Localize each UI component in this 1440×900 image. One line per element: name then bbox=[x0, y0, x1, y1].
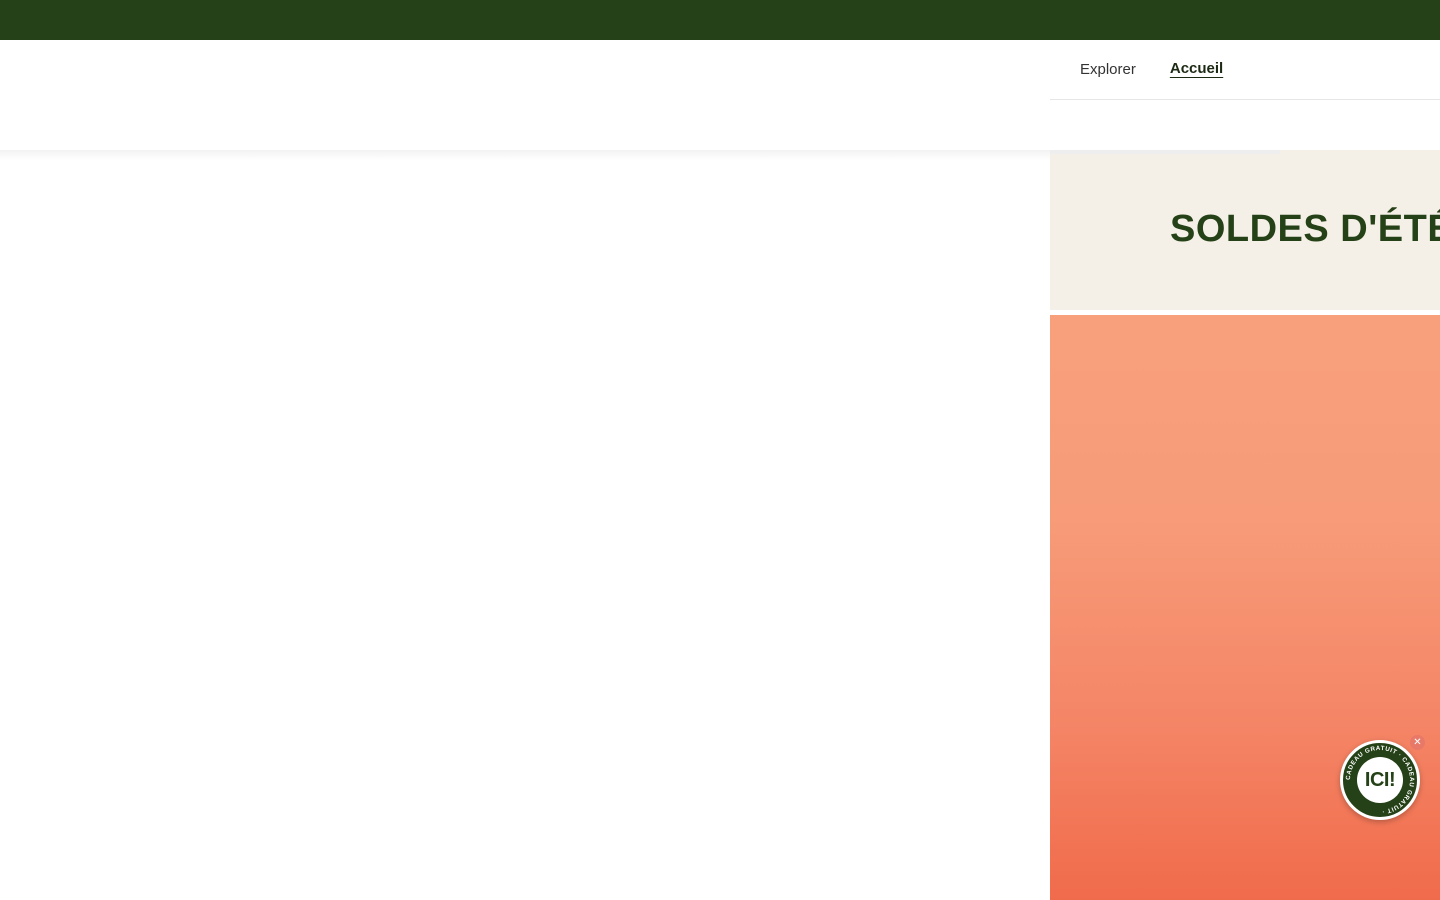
promo-title: SOLDES D'ÉTÉ bbox=[1170, 208, 1440, 250]
promo-banner[interactable]: SOLDES D'ÉTÉ bbox=[1050, 150, 1440, 315]
header-shadow bbox=[0, 150, 1050, 160]
nav-link-accueil[interactable]: Accueil bbox=[1170, 60, 1223, 77]
main-content-area bbox=[0, 40, 1050, 900]
free-gift-badge[interactable]: CADEAU GRATUIT · CADEAU GRATUIT · ICI! bbox=[1340, 740, 1420, 820]
page: Explorer Accueil SOLDES D'ÉTÉ CADEAU GRA… bbox=[0, 0, 1440, 900]
gift-center-label: ICI! bbox=[1357, 757, 1403, 803]
nav-link-explorer[interactable]: Explorer bbox=[1080, 61, 1136, 78]
panel-nav: Explorer Accueil bbox=[1050, 40, 1440, 100]
banner-top-strip bbox=[1050, 150, 1280, 154]
top-announcement-bar bbox=[0, 0, 1440, 40]
close-icon[interactable]: ✕ bbox=[1410, 735, 1425, 750]
